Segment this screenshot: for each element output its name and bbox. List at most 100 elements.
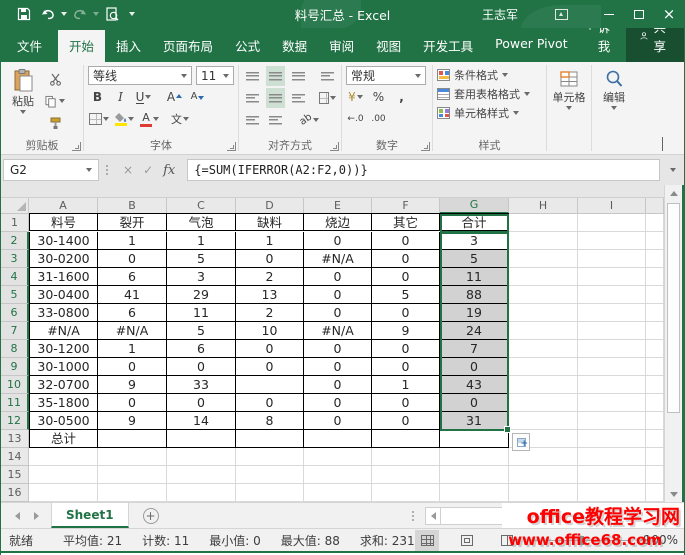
col-header-D[interactable]: D [236, 198, 304, 214]
cell-H5[interactable] [509, 286, 578, 304]
cell-D14[interactable] [236, 448, 304, 466]
cell-C14[interactable] [167, 448, 236, 466]
fill-handle[interactable] [504, 426, 511, 433]
cell-I3[interactable] [578, 250, 646, 268]
cell-I11[interactable] [578, 394, 646, 412]
wrap-text-button[interactable] [318, 66, 337, 86]
tab-file[interactable]: 文件 [1, 30, 58, 62]
cell-F10[interactable]: 1 [372, 376, 440, 394]
cell-H1[interactable] [509, 214, 578, 232]
cell-H4[interactable] [509, 268, 578, 286]
cell-B4[interactable]: 6 [98, 268, 167, 286]
merge-center-button[interactable] [318, 88, 337, 108]
ribbon-display-options-icon[interactable] [546, 0, 576, 28]
orientation-button[interactable]: ab [299, 110, 320, 130]
cell-C8[interactable]: 6 [167, 340, 236, 358]
col-header-B[interactable]: B [98, 198, 167, 214]
insert-function-icon[interactable]: fx [163, 163, 175, 178]
tab-4[interactable]: 数据 [271, 30, 318, 62]
cell-B3[interactable]: 0 [98, 250, 167, 268]
cell-F2[interactable]: 0 [372, 232, 440, 250]
tab-2[interactable]: 页面布局 [152, 30, 224, 62]
row-header-14[interactable]: 14 [1, 448, 29, 466]
cell-D15[interactable] [236, 466, 304, 484]
tab-1[interactable]: 插入 [105, 30, 152, 62]
bottom-align-button[interactable] [289, 66, 308, 86]
col-header-F[interactable]: F [372, 198, 440, 214]
cell-E4[interactable]: 0 [304, 268, 372, 286]
cell-A3[interactable]: 30-0200 [29, 250, 98, 268]
cell-E6[interactable]: 0 [304, 304, 372, 322]
cell-D2[interactable]: 1 [236, 232, 304, 250]
row-header-16[interactable]: 16 [1, 484, 29, 502]
cell-A9[interactable]: 30-1000 [29, 358, 98, 376]
cell-C11[interactable]: 0 [167, 394, 236, 412]
cell-H15[interactable] [509, 466, 578, 484]
row-header-3[interactable]: 3 [1, 250, 29, 268]
name-box-dropdown-icon[interactable] [86, 168, 92, 172]
tab-3[interactable]: 公式 [224, 30, 271, 62]
enter-icon[interactable]: ✓ [143, 163, 153, 177]
increase-font-button[interactable]: A [165, 87, 184, 107]
cut-button[interactable] [45, 70, 65, 88]
middle-align-button[interactable] [266, 66, 285, 86]
cell-F11[interactable]: 0 [372, 394, 440, 412]
cell-F13[interactable] [372, 430, 440, 448]
cell-F5[interactable]: 5 [372, 286, 440, 304]
cell-B14[interactable] [98, 448, 167, 466]
cell-A11[interactable]: 35-1800 [29, 394, 98, 412]
cell-B6[interactable]: 6 [98, 304, 167, 322]
normal-view-button[interactable] [415, 530, 439, 551]
user-name[interactable]: 王志军 [482, 6, 518, 23]
font-name-combobox[interactable]: 等线 [88, 66, 192, 85]
cell-B1[interactable]: 裂开 [98, 213, 167, 231]
redo-icon[interactable] [69, 3, 91, 25]
close-button[interactable]: × [654, 0, 684, 28]
cell-H10[interactable] [509, 376, 578, 394]
cell-G2[interactable]: 3 [440, 232, 509, 250]
cell-D13[interactable] [236, 430, 304, 448]
comma-style-button[interactable]: , [392, 87, 411, 107]
cell-E12[interactable]: 0 [304, 412, 372, 430]
increase-indent-button[interactable] [266, 110, 285, 130]
row-header-9[interactable]: 9 [1, 358, 29, 376]
cancel-icon[interactable]: × [123, 163, 133, 177]
scroll-up-icon[interactable] [665, 185, 682, 201]
cell-C5[interactable]: 29 [167, 286, 236, 304]
font-size-combobox[interactable]: 11 [196, 66, 234, 85]
row-header-15[interactable]: 15 [1, 466, 29, 484]
cell-partial-1[interactable] [646, 214, 664, 232]
cell-B13[interactable] [98, 430, 167, 448]
cell-D4[interactable]: 2 [236, 268, 304, 286]
cell-D3[interactable]: 0 [236, 250, 304, 268]
cell-H3[interactable] [509, 250, 578, 268]
cell-I8[interactable] [578, 340, 646, 358]
cell-G6[interactable]: 19 [440, 304, 509, 322]
cell-D6[interactable]: 2 [236, 304, 304, 322]
cell-D9[interactable]: 0 [236, 358, 304, 376]
cell-F4[interactable]: 0 [372, 268, 440, 286]
cell-A13[interactable]: 总计 [29, 430, 98, 448]
cell-G8[interactable]: 7 [440, 340, 509, 358]
cell-C9[interactable]: 0 [167, 358, 236, 376]
cell-E16[interactable] [304, 484, 372, 502]
tab-8[interactable]: Power Pivot [484, 30, 578, 62]
cell-I14[interactable] [578, 448, 646, 466]
cell-G1[interactable]: 合计 [440, 213, 509, 231]
number-format-combobox[interactable]: 常规 [346, 66, 426, 85]
row-header-5[interactable]: 5 [1, 286, 29, 304]
row-header-11[interactable]: 11 [1, 394, 29, 412]
cell-D7[interactable]: 10 [236, 322, 304, 340]
cell-B15[interactable] [98, 466, 167, 484]
cell-G14[interactable] [440, 448, 509, 466]
cell-I12[interactable] [578, 412, 646, 430]
cell-C13[interactable] [167, 430, 236, 448]
cell-A8[interactable]: 30-1200 [29, 340, 98, 358]
next-sheet-icon[interactable] [34, 512, 39, 520]
auto-fill-options-button[interactable]: + [512, 433, 530, 451]
cell-C3[interactable]: 5 [167, 250, 236, 268]
scroll-left-icon[interactable] [425, 507, 441, 525]
formula-bar-divider[interactable] [103, 165, 111, 175]
col-header-G[interactable]: G [440, 198, 509, 214]
cell-partial-12[interactable] [646, 412, 664, 430]
